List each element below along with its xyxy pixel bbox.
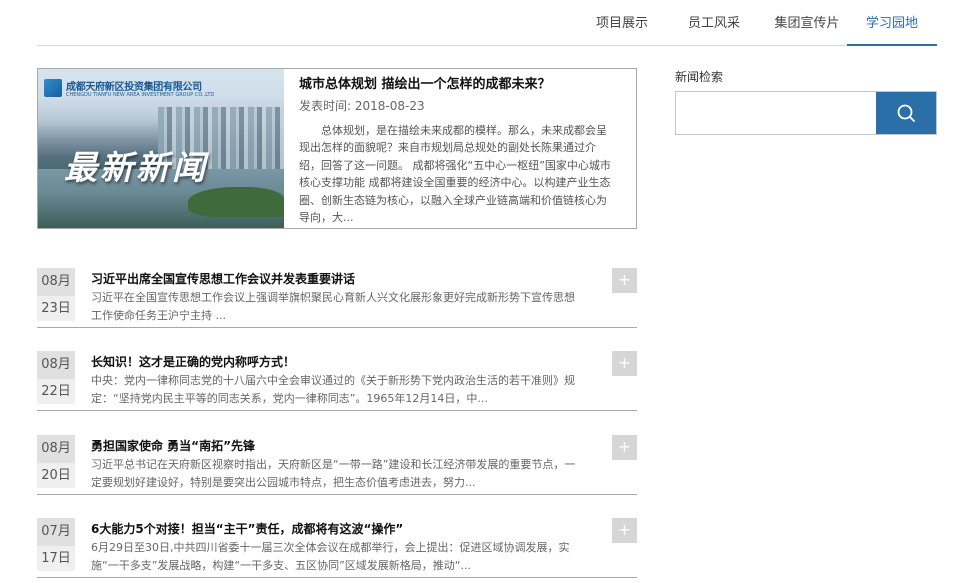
greenland [188, 187, 284, 217]
news-title[interactable]: 勇担国家使命 勇当“南拓”先锋 [91, 437, 591, 454]
tab-group-video[interactable]: 集团宣传片 [761, 14, 853, 46]
news-summary: 中央：党内一律称同志党的十八届六中全会审议通过的《关于新形势下党内政治生活的若干… [91, 374, 575, 405]
date-month: 07月 [37, 518, 75, 546]
news-item[interactable]: 07月 17日 6大能力5个对接！担当“主干”责任，成都将有这波“操作” 6月2… [37, 518, 637, 578]
date-day: 22日 [41, 384, 71, 399]
featured-title[interactable]: 城市总体规划 描绘出一个怎样的成都未来？ [299, 73, 629, 92]
search-box [675, 91, 937, 135]
tab-study-garden[interactable]: 学习园地 [847, 14, 937, 46]
tab-staff-style[interactable]: 员工风采 [673, 14, 755, 46]
date-day: 20日 [41, 468, 71, 483]
featured-image[interactable]: 成都天府新区投资集团有限公司 CHENGDU TIANFU NEW AREA I… [38, 69, 284, 228]
search-label: 新闻检索 [675, 70, 724, 84]
date-month: 08月 [37, 435, 75, 463]
featured-summary: 总体规划，是在描绘未来成都的模样。那么，未来成都会呈现出怎样的面貌呢？来自市规划… [299, 124, 611, 225]
news-summary: 习近平总书记在天府新区视察时指出，天府新区是“一带一路”建设和长江经济带发展的重… [91, 458, 576, 489]
top-tabs: 项目展示 员工风采 集团宣传片 学习园地 [37, 0, 937, 46]
search-icon [897, 104, 915, 122]
news-item[interactable]: 08月 20日 勇担国家使命 勇当“南拓”先锋 习近平总书记在天府新区视察时指出… [37, 435, 637, 495]
search-input[interactable] [676, 92, 876, 134]
featured-news[interactable]: 成都天府新区投资集团有限公司 CHENGDU TIANFU NEW AREA I… [37, 68, 637, 229]
date-day: 17日 [41, 551, 71, 566]
search-button[interactable] [876, 92, 936, 134]
logo-icon [44, 79, 62, 97]
date-day: 23日 [41, 301, 71, 316]
news-item[interactable]: 08月 23日 习近平出席全国宣传思想工作会议并发表重要讲话 习近平在全国宣传思… [37, 268, 637, 328]
featured-date: 发表时间: 2018-08-23 [299, 99, 425, 113]
news-title[interactable]: 长知识！这才是正确的党内称呼方式！ [91, 353, 591, 370]
expand-button[interactable]: + [612, 518, 637, 543]
date-box: 07月 17日 [37, 518, 75, 571]
date-box: 08月 20日 [37, 435, 75, 488]
news-title[interactable]: 6大能力5个对接！担当“主干”责任，成都将有这波“操作” [91, 520, 591, 537]
date-month: 08月 [37, 351, 75, 379]
date-month: 08月 [37, 268, 75, 296]
expand-button[interactable]: + [612, 268, 637, 293]
company-logo: 成都天府新区投资集团有限公司 CHENGDU TIANFU NEW AREA I… [44, 77, 278, 103]
logo-name: 成都天府新区投资集团有限公司 [66, 82, 202, 93]
image-overlay-title: 最新新闻 [64, 148, 208, 187]
expand-button[interactable]: + [612, 435, 637, 460]
news-summary: 习近平在全国宣传思想工作会议上强调举旗帜聚民心育新人兴文化展形象更好完成新形势下… [91, 291, 575, 322]
date-box: 08月 23日 [37, 268, 75, 321]
news-summary: 6月29日至30日,中共四川省委十一届三次全体会议在成都举行，会上提出：促进区域… [91, 541, 570, 572]
expand-button[interactable]: + [612, 351, 637, 376]
tab-project-showcase[interactable]: 项目展示 [581, 14, 663, 46]
date-box: 08月 22日 [37, 351, 75, 404]
news-title[interactable]: 习近平出席全国宣传思想工作会议并发表重要讲话 [91, 270, 591, 287]
logo-name-en: CHENGDU TIANFU NEW AREA INVESTMENT GROUP… [66, 92, 215, 98]
news-item[interactable]: 08月 22日 长知识！这才是正确的党内称呼方式！ 中央：党内一律称同志党的十八… [37, 351, 637, 411]
